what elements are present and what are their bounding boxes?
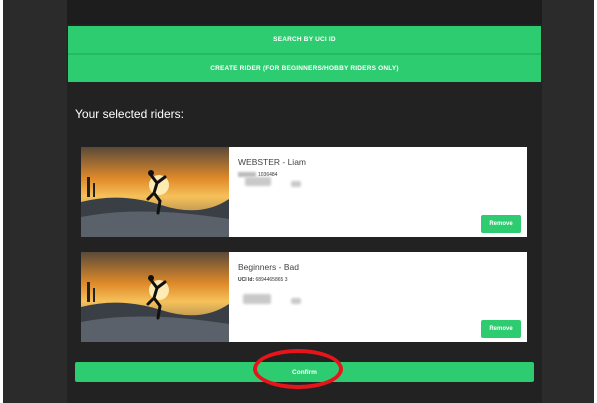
redacted-info [245, 177, 271, 186]
rider-card: WEBSTER - Liam 1036484 Remove [81, 147, 527, 237]
redacted-info [243, 294, 271, 304]
rider-photo [81, 147, 229, 237]
redacted-info [291, 181, 301, 187]
rider-photo [81, 252, 229, 342]
create-rider-button[interactable]: CREATE RIDER (FOR BEGINNERS/HOBBY RIDERS… [68, 55, 541, 82]
selected-riders-heading: Your selected riders: [75, 107, 184, 121]
top-bar [67, 0, 542, 24]
rider-card: Beginners - Bad UCI Id: 6894465865 3 Rem… [81, 252, 527, 342]
search-by-uci-button[interactable]: SEARCH BY UCI ID [68, 26, 541, 53]
remove-rider-button[interactable]: Remove [481, 215, 521, 233]
rider-name: WEBSTER - Liam [238, 157, 307, 167]
confirm-button[interactable]: Confirm [75, 362, 534, 382]
rider-uci-id: UCI Id: 6894465865 3 [238, 277, 288, 283]
redacted-info [291, 298, 301, 304]
remove-rider-button[interactable]: Remove [481, 320, 521, 338]
rider-name: Beginners - Bad [238, 262, 299, 272]
